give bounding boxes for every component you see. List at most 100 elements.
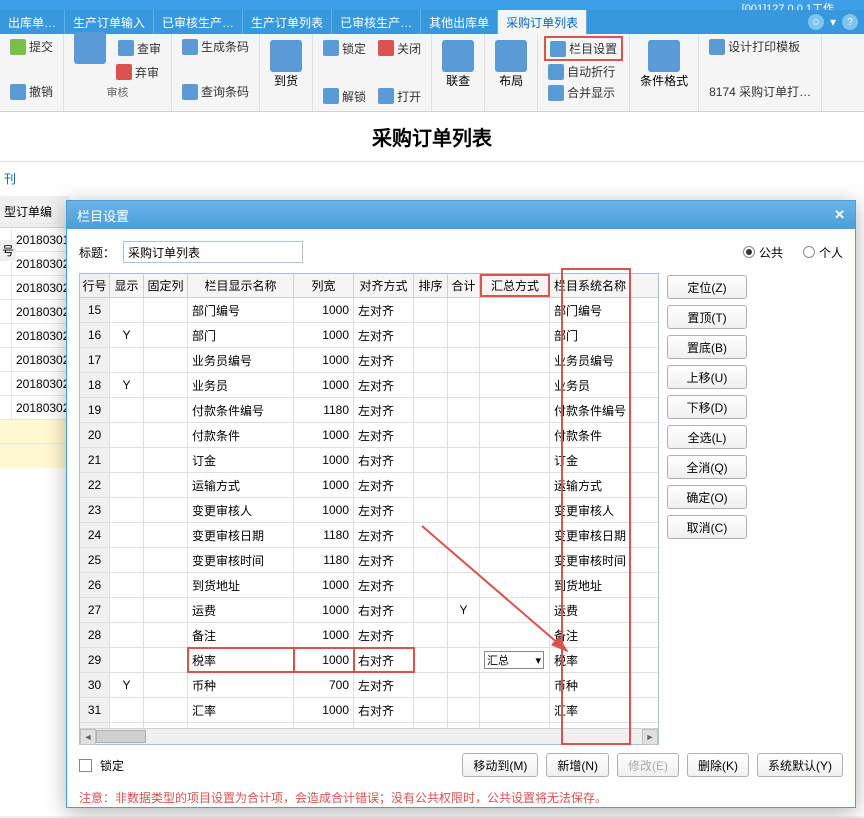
sum-cell[interactable] (448, 398, 480, 422)
scroll-thumb[interactable] (96, 730, 146, 743)
row-number[interactable]: 15 (80, 298, 110, 322)
move-to-button[interactable]: 移动到(M) (462, 753, 538, 777)
edit-button[interactable]: 修改(E) (617, 753, 679, 777)
width-cell[interactable]: 1180 (294, 523, 354, 547)
agg-cell[interactable] (480, 673, 550, 697)
fix-cell[interactable] (144, 473, 188, 497)
name-cell[interactable]: 业务员 (188, 373, 294, 397)
sum-cell[interactable] (448, 673, 480, 697)
show-cell[interactable] (110, 548, 144, 572)
fix-cell[interactable] (144, 548, 188, 572)
sys-cell[interactable]: 付款条件 (550, 423, 630, 447)
name-cell[interactable] (188, 723, 294, 728)
sum-cell[interactable] (448, 348, 480, 372)
fix-cell[interactable] (144, 398, 188, 422)
width-cell[interactable]: 700 (294, 673, 354, 697)
align-cell[interactable]: 左对齐 (354, 573, 414, 597)
system-default-button[interactable]: 系统默认(Y) (757, 753, 843, 777)
name-cell[interactable]: 订金 (188, 448, 294, 472)
up-button[interactable]: 上移(U) (667, 365, 747, 389)
name-cell[interactable]: 付款条件 (188, 423, 294, 447)
select-all-button[interactable]: 全选(L) (667, 425, 747, 449)
scroll-left-icon[interactable]: ◄ (80, 729, 96, 745)
agg-cell[interactable] (480, 423, 550, 447)
sum-cell[interactable] (448, 623, 480, 647)
sys-cell[interactable]: 税率 (550, 648, 630, 672)
head-fix[interactable]: 固定列 (144, 274, 188, 297)
sys-cell[interactable]: 订金 (550, 448, 630, 472)
sys-cell[interactable]: 币种 (550, 673, 630, 697)
sum-cell[interactable] (448, 323, 480, 347)
fix-cell[interactable] (144, 648, 188, 672)
sys-cell[interactable]: 部门编号 (550, 298, 630, 322)
row-number[interactable]: 22 (80, 473, 110, 497)
row-number[interactable]: 26 (80, 573, 110, 597)
sort-cell[interactable] (414, 523, 448, 547)
head-sort[interactable]: 排序 (414, 274, 448, 297)
show-cell[interactable] (110, 448, 144, 472)
align-cell[interactable]: 左对齐 (354, 498, 414, 522)
name-cell[interactable]: 币种 (188, 673, 294, 697)
width-cell[interactable]: 1000 (294, 323, 354, 347)
head-sum[interactable]: 合计 (448, 274, 480, 297)
row-number[interactable]: 18 (80, 373, 110, 397)
sys-cell[interactable]: 变更审核日期 (550, 523, 630, 547)
row-number[interactable]: 17 (80, 348, 110, 372)
align-cell[interactable]: 右对齐 (354, 598, 414, 622)
show-cell[interactable] (110, 698, 144, 722)
fix-cell[interactable] (144, 673, 188, 697)
delete-button[interactable]: 删除(K) (687, 753, 749, 777)
width-cell[interactable]: 1000 (294, 373, 354, 397)
agg-cell[interactable] (480, 398, 550, 422)
sum-cell[interactable] (448, 723, 480, 728)
align-cell[interactable]: 左对齐 (354, 423, 414, 447)
align-cell[interactable]: 左对齐 (354, 473, 414, 497)
align-cell[interactable]: 左对齐 (354, 348, 414, 372)
show-cell[interactable] (110, 498, 144, 522)
agg-cell[interactable] (480, 298, 550, 322)
align-cell[interactable]: 左对齐 (354, 398, 414, 422)
width-cell[interactable]: 1000 (294, 623, 354, 647)
row-number[interactable]: 30 (80, 673, 110, 697)
title-input[interactable] (123, 241, 303, 263)
sort-cell[interactable] (414, 548, 448, 572)
name-cell[interactable]: 变更审核人 (188, 498, 294, 522)
sum-cell[interactable] (448, 448, 480, 472)
fix-cell[interactable] (144, 373, 188, 397)
fix-cell[interactable] (144, 323, 188, 347)
sort-cell[interactable] (414, 698, 448, 722)
sort-cell[interactable] (414, 648, 448, 672)
head-width[interactable]: 列宽 (294, 274, 354, 297)
fix-cell[interactable] (144, 623, 188, 647)
sys-cell[interactable]: 付款条件编号 (550, 398, 630, 422)
sort-cell[interactable] (414, 473, 448, 497)
sys-cell[interactable]: 业务员 (550, 373, 630, 397)
sys-cell[interactable]: 部门 (550, 323, 630, 347)
fix-cell[interactable] (144, 498, 188, 522)
agg-cell[interactable] (480, 723, 550, 728)
name-cell[interactable]: 备注 (188, 623, 294, 647)
agg-cell[interactable] (480, 323, 550, 347)
sort-cell[interactable] (414, 673, 448, 697)
bottom-button[interactable]: 置底(B) (667, 335, 747, 359)
sys-cell[interactable]: 变更审核人 (550, 498, 630, 522)
width-cell[interactable]: 1000 (294, 648, 354, 672)
name-cell[interactable]: 变更审核时间 (188, 548, 294, 572)
sort-cell[interactable] (414, 723, 448, 728)
show-cell[interactable] (110, 298, 144, 322)
fix-cell[interactable] (144, 698, 188, 722)
fix-cell[interactable] (144, 348, 188, 372)
width-cell[interactable]: 1000 (294, 598, 354, 622)
name-cell[interactable]: 业务员编号 (188, 348, 294, 372)
head-agg[interactable]: 汇总方式 (480, 274, 550, 297)
fix-cell[interactable] (144, 523, 188, 547)
align-cell[interactable]: 左对齐 (354, 548, 414, 572)
sum-cell[interactable] (448, 298, 480, 322)
name-cell[interactable]: 税率 (188, 648, 294, 672)
sort-cell[interactable] (414, 498, 448, 522)
align-cell[interactable]: 左对齐 (354, 323, 414, 347)
show-cell[interactable] (110, 623, 144, 647)
agg-cell[interactable]: 汇总▾ (480, 648, 550, 672)
new-button[interactable]: 新增(N) (546, 753, 609, 777)
fix-cell[interactable] (144, 598, 188, 622)
